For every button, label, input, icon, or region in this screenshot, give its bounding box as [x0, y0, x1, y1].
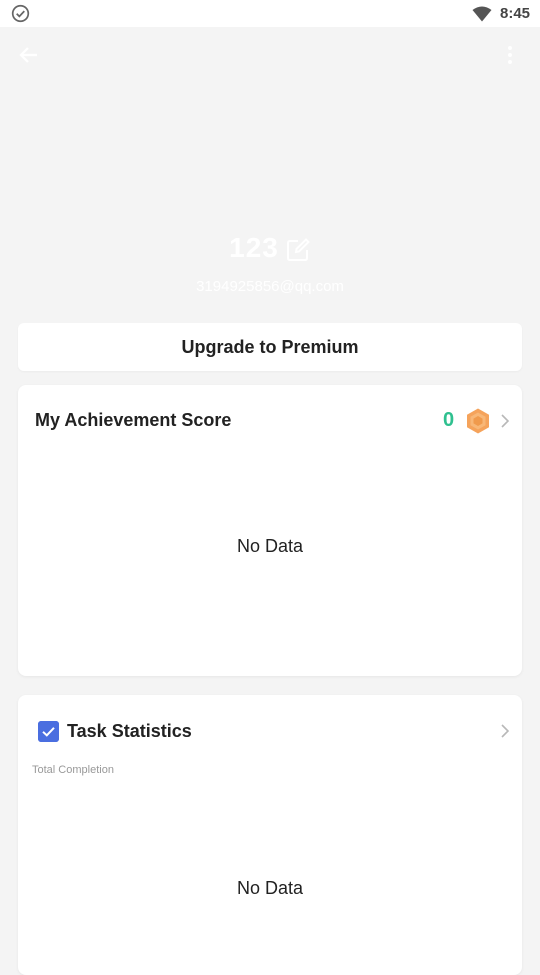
achievement-card[interactable]: My Achievement Score 0 No Data — [18, 385, 522, 676]
wifi-icon — [472, 6, 492, 22]
check-circle-icon — [11, 4, 30, 23]
total-completion-label: Total Completion — [32, 764, 114, 776]
hexagon-badge-icon — [467, 408, 489, 434]
achievement-score: 0 — [443, 409, 455, 431]
achievement-empty-text: No Data — [236, 536, 304, 556]
profile-name: 123 — [229, 232, 279, 263]
profile-header: 123 — [0, 230, 540, 266]
edit-icon[interactable] — [285, 237, 311, 263]
task-statistics-card[interactable]: Task Statistics Total Completion No Data — [18, 695, 522, 975]
checkbox-icon — [38, 721, 59, 742]
achievement-title: My Achievement Score — [35, 410, 232, 430]
profile-email: 3194925856@qq.com — [196, 278, 344, 295]
status-bar: 8:45 — [0, 0, 540, 27]
status-time: 8:45 — [500, 5, 531, 22]
more-vertical-icon[interactable] — [500, 44, 520, 66]
back-arrow-icon[interactable] — [18, 44, 40, 66]
chevron-right-icon[interactable] — [499, 413, 511, 429]
upgrade-premium-button[interactable]: Upgrade to Premium — [18, 323, 522, 371]
task-empty-text: No Data — [236, 878, 304, 898]
task-statistics-title: Task Statistics — [67, 721, 192, 741]
chevron-right-icon[interactable] — [499, 723, 511, 739]
